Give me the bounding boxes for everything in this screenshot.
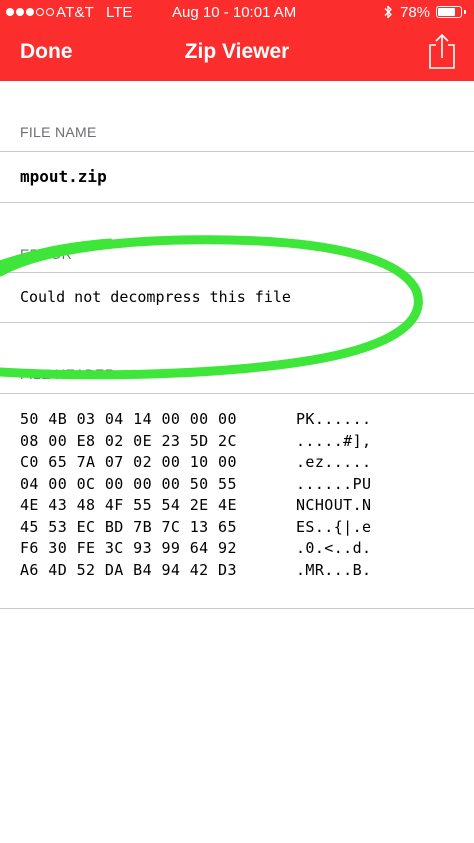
- hex-row: C0 65 7A 07 02 00 10 00 .ez.....: [20, 452, 371, 474]
- error-message: Could not decompress this file: [20, 288, 291, 306]
- signal-dot: [16, 8, 24, 16]
- divider: [0, 272, 474, 273]
- signal-dot: [26, 8, 34, 16]
- hex-dump: 50 4B 03 04 14 00 00 00 PK...... 08 00 E8 …: [20, 409, 371, 581]
- file-name-value: mpout.zip: [20, 167, 107, 186]
- hex-row: 45 53 EC BD 7B 7C 13 65 ES..{|.e: [20, 517, 371, 539]
- page-title: Zip Viewer: [184, 40, 290, 63]
- hex-bytes: 4E 43 48 4F 55 54 2E 4E: [20, 496, 237, 514]
- network-type: LTE: [106, 4, 133, 21]
- hex-row: 04 00 0C 00 00 00 50 55 ......PU: [20, 474, 371, 496]
- hex-ascii: .0.<..d.: [296, 539, 372, 557]
- signal-dot: [36, 8, 44, 16]
- hex-bytes: 45 53 EC BD 7B 7C 13 65: [20, 517, 237, 536]
- battery-level-fill: [438, 8, 456, 16]
- status-bar: AT&T LTE Aug 10 - 10:01 AM 78%: [0, 0, 474, 26]
- status-datetime: Aug 10 - 10:01 AM: [172, 4, 297, 21]
- hex-ascii: .ez.....: [296, 453, 372, 471]
- hex-row: 50 4B 03 04 14 00 00 00 PK......: [20, 409, 371, 431]
- hex-bytes: A6 4D 52 DA B4 94 42 D3: [20, 560, 237, 579]
- divider: [0, 151, 474, 152]
- hex-ascii: .MR...B.: [296, 560, 372, 579]
- hex-ascii: .....#],: [296, 431, 372, 450]
- signal-strength-icon: [6, 8, 54, 16]
- hex-bytes: F6 30 FE 3C 93 99 64 92: [20, 539, 237, 557]
- carrier-name: AT&T: [56, 4, 95, 21]
- hex-row: F6 30 FE 3C 93 99 64 92 .0.<..d.: [20, 538, 371, 560]
- bluetooth-icon: [384, 5, 392, 19]
- share-icon[interactable]: [426, 32, 458, 70]
- signal-dot: [46, 8, 54, 16]
- divider: [0, 322, 474, 323]
- hex-ascii: ......PU: [296, 474, 372, 493]
- signal-dot: [6, 8, 14, 16]
- hex-ascii: ES..{|.e: [296, 517, 372, 536]
- navigation-bar: Done Zip Viewer: [0, 26, 474, 81]
- hex-bytes: 04 00 0C 00 00 00 50 55: [20, 474, 237, 493]
- file-header-header: FILE HEADER: [20, 366, 116, 382]
- divider: [0, 608, 474, 609]
- divider: [0, 202, 474, 203]
- hex-bytes: 08 00 E8 02 0E 23 5D 2C: [20, 431, 237, 450]
- hex-row: 4E 43 48 4F 55 54 2E 4E NCHOUT.N: [20, 495, 371, 517]
- hex-bytes: C0 65 7A 07 02 00 10 00: [20, 453, 237, 471]
- hex-bytes: 50 4B 03 04 14 00 00 00: [20, 410, 237, 428]
- battery-cap: [464, 10, 466, 14]
- hex-ascii: NCHOUT.N: [296, 496, 372, 514]
- file-name-header: FILE NAME: [20, 124, 97, 140]
- error-header: ERROR: [20, 246, 73, 262]
- battery-icon: [436, 6, 466, 18]
- hex-ascii: PK......: [296, 410, 372, 428]
- battery-percent: 78%: [400, 4, 431, 21]
- divider: [0, 393, 474, 394]
- hex-row: A6 4D 52 DA B4 94 42 D3 .MR...B.: [20, 560, 371, 582]
- hex-row: 08 00 E8 02 0E 23 5D 2C .....#],: [20, 431, 371, 453]
